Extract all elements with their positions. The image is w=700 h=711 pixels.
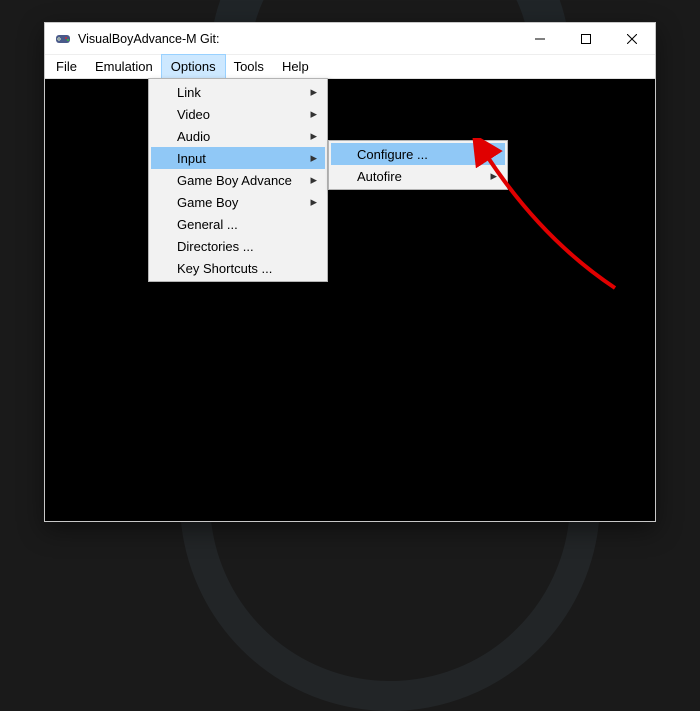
menu-item-label: Link: [177, 85, 201, 100]
menu-item-label: Game Boy: [177, 195, 238, 210]
submenu-arrow-icon: ▸: [310, 84, 317, 100]
menubar-item-tools[interactable]: Tools: [225, 55, 273, 78]
submenu-arrow-icon: ▸: [490, 168, 497, 184]
window-title: VisualBoyAdvance-M Git:: [78, 32, 517, 46]
menubar-item-options[interactable]: Options: [162, 55, 225, 78]
menu-item-label: Key Shortcuts ...: [177, 261, 272, 276]
minimize-button[interactable]: [517, 23, 563, 54]
maximize-button[interactable]: [563, 23, 609, 54]
input-submenu-item-configure[interactable]: Configure ...: [331, 143, 505, 165]
menu-item-label: Input: [177, 151, 206, 166]
menubar-item-help[interactable]: Help: [273, 55, 318, 78]
menubar-item-file[interactable]: File: [47, 55, 86, 78]
options-dropdown-menu: Link ▸ Video ▸ Audio ▸ Input ▸ Game Boy …: [148, 78, 328, 282]
menubar: File Emulation Options Tools Help: [45, 55, 655, 79]
menu-item-label: Autofire: [357, 169, 402, 184]
titlebar[interactable]: VisualBoyAdvance-M Git:: [45, 23, 655, 55]
menu-item-label: Game Boy Advance: [177, 173, 292, 188]
application-window: VisualBoyAdvance-M Git: File Emulation O…: [44, 22, 656, 522]
app-icon: [55, 31, 71, 47]
options-item-link[interactable]: Link ▸: [151, 81, 325, 103]
window-controls: [517, 23, 655, 54]
input-submenu: Configure ... Autofire ▸: [328, 140, 508, 190]
menu-item-label: Configure ...: [357, 147, 428, 162]
submenu-arrow-icon: ▸: [310, 172, 317, 188]
close-button[interactable]: [609, 23, 655, 54]
options-item-video[interactable]: Video ▸: [151, 103, 325, 125]
menu-item-label: Audio: [177, 129, 210, 144]
submenu-arrow-icon: ▸: [310, 150, 317, 166]
options-item-gba[interactable]: Game Boy Advance ▸: [151, 169, 325, 191]
options-item-gb[interactable]: Game Boy ▸: [151, 191, 325, 213]
input-submenu-item-autofire[interactable]: Autofire ▸: [331, 165, 505, 187]
options-item-input[interactable]: Input ▸: [151, 147, 325, 169]
options-item-directories[interactable]: Directories ...: [151, 235, 325, 257]
submenu-arrow-icon: ▸: [310, 128, 317, 144]
submenu-arrow-icon: ▸: [310, 194, 317, 210]
options-item-key-shortcuts[interactable]: Key Shortcuts ...: [151, 257, 325, 279]
submenu-arrow-icon: ▸: [310, 106, 317, 122]
menu-item-label: General ...: [177, 217, 238, 232]
menu-item-label: Directories ...: [177, 239, 254, 254]
options-item-audio[interactable]: Audio ▸: [151, 125, 325, 147]
options-item-general[interactable]: General ...: [151, 213, 325, 235]
menubar-item-emulation[interactable]: Emulation: [86, 55, 162, 78]
menu-item-label: Video: [177, 107, 210, 122]
